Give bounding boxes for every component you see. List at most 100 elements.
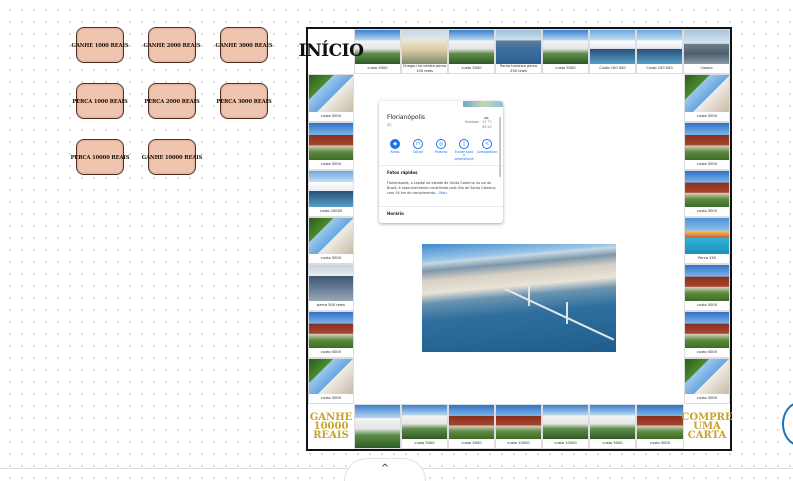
weather-info: Nublado · 17 °C 09:22 (465, 120, 492, 130)
board-tile-bottom-6: custo 5000 (636, 404, 684, 449)
tile-photo (402, 30, 447, 64)
card-ganhe-10000[interactable]: GANHE 10000 REAIS (142, 139, 202, 175)
save-button[interactable]: ⊓ Salvar (408, 139, 428, 161)
tile-label: Ponto turístico perca 200 reais (499, 64, 538, 73)
card-label: GANHE 1000 REAIS (71, 43, 129, 49)
tile-label: custo 5000 (696, 350, 718, 355)
card-perca-1000[interactable]: PERCA 1000 REAIS (72, 83, 128, 119)
tile-label: custo 5000 (696, 303, 718, 308)
directions-button[interactable]: ◆ Rotas (385, 139, 405, 161)
tile-label: custo 5000 (414, 441, 435, 446)
tile-photo (637, 405, 683, 439)
tile-photo (685, 171, 729, 207)
tile-label: custo 5000 (320, 256, 342, 261)
board-tile-right-7: custo 5000 (684, 358, 730, 404)
tile-label: custo 5000 (696, 162, 718, 167)
phone-icon: ▯ (459, 139, 469, 149)
tile-photo (449, 30, 494, 64)
tile-label: custo 10000 (319, 209, 343, 214)
board-tile-top-3: custo 5000 (448, 29, 495, 74)
board-tile-right-5: custo 5000 (684, 264, 730, 311)
tile-label: custo 5000 (461, 66, 482, 71)
tile-photo (309, 218, 353, 254)
tile-photo (309, 265, 353, 301)
board-tile-top-5: custo 5000 (542, 29, 589, 74)
bridge-tower (528, 284, 530, 306)
bonus-corner: GANHE 10000 REAIS (309, 412, 353, 441)
card-ganhe-1000[interactable]: GANHE 1000 REAIS (72, 27, 129, 63)
tile-photo (543, 405, 588, 439)
board-tile-left-1: custo 5000 (308, 74, 354, 122)
start-corner: INÍCIO (298, 41, 364, 61)
card-label: GANHE 2000 REAIS (143, 43, 201, 49)
action-label: Compartilhar (476, 149, 498, 154)
tile-label: Custo 100 000 (646, 66, 673, 71)
tile-label: custo 5000 (461, 441, 482, 446)
action-label: Salvar (412, 149, 423, 154)
tile-label: custo 5000 (320, 162, 342, 167)
place-code: SC (387, 123, 392, 127)
tile-label: custo 5000 (320, 114, 342, 119)
action-label: Próximo (434, 149, 448, 154)
card-perca-2000[interactable]: PERCA 2000 REAIS (144, 83, 200, 119)
tile-label: custo 5000 (555, 66, 576, 71)
tile-label: custo 10000 (554, 441, 577, 446)
board-tile-left-4: custo 5000 (308, 217, 354, 264)
card-perca-10000[interactable]: PERCA 10000 REAIS (71, 139, 129, 175)
tile-label: custo 5000 (320, 396, 342, 401)
board-tile-left-3: custo 10000 (308, 170, 354, 217)
tile-label: custo 5000 (649, 441, 671, 446)
place-description: Florianópolis, a capital do estado de Sa… (387, 181, 497, 196)
board-tile-right-2: custo 5000 (684, 122, 730, 170)
side-action-button[interactable] (782, 402, 793, 446)
aerial-bridge-photo (422, 244, 616, 352)
tile-photo (496, 405, 541, 439)
tile-label: custo 5000 (696, 396, 718, 401)
nearby-button[interactable]: ◎ Próximo (431, 139, 451, 161)
tile-photo (685, 75, 729, 112)
card-label: PERCA 3000 REAIS (216, 99, 272, 105)
card-label: PERCA 2000 REAIS (144, 99, 200, 105)
board-tile-top-8: Casino (683, 29, 730, 74)
scrollbar[interactable] (499, 117, 501, 177)
board-tile-top-2: Chegou no centro perca 100 reais (401, 29, 448, 74)
tile-photo (685, 218, 729, 254)
card-ganhe-3000[interactable]: GANHE 3000 REAIS (216, 27, 273, 63)
send-to-phone-button[interactable]: ▯ Enviar para o smartphone (454, 139, 474, 161)
tile-photo (309, 359, 353, 394)
tile-photo (309, 75, 353, 112)
card-ganhe-2000[interactable]: GANHE 2000 REAIS (144, 27, 201, 63)
board-tile-right-4: Perca 150 (684, 217, 730, 264)
action-label: Enviar para o smartphone (454, 149, 474, 161)
chevron-up-icon: ^ (380, 463, 390, 474)
board-tile-bottom-4: custo 10000 (542, 404, 589, 449)
tile-photo (309, 312, 353, 348)
board-tile-bottom-2: custo 5000 (448, 404, 495, 449)
card-label: PERCA 10000 REAIS (70, 155, 130, 161)
collapse-button[interactable]: ^ (344, 458, 426, 481)
board-tile-left-7: custo 5000 (308, 358, 354, 404)
board-tile-bottom-photo (354, 404, 401, 449)
board-tile-left-2: custo 5000 (308, 122, 354, 170)
board-tile-top-7: Custo 100 000 (636, 29, 683, 74)
tile-photo (355, 405, 400, 448)
game-board (306, 27, 732, 451)
card-label: GANHE 3000 REAIS (215, 43, 273, 49)
tile-photo (685, 123, 729, 160)
board-tile-right-6: custo 5000 (684, 311, 730, 358)
tile-label: custo 5000 (696, 114, 718, 119)
board-tile-left-6: custo 5000 (308, 311, 354, 358)
board-tile-bottom-3: custo 10000 (495, 404, 542, 449)
tile-photo (590, 405, 635, 439)
tile-photo (685, 312, 729, 348)
more-link[interactable]: Mais (439, 191, 447, 195)
card-perca-3000[interactable]: PERCA 3000 REAIS (216, 83, 272, 119)
board-tile-top-4: Ponto turístico perca 200 reais (495, 29, 542, 74)
tile-label: Casino (700, 66, 713, 71)
board-tile-right-1: custo 5000 (684, 74, 730, 122)
nearby-icon: ◎ (436, 139, 446, 149)
maps-place-card[interactable]: Florianópolis SC ☁ Nublado · 17 °C 09:22 … (379, 101, 503, 223)
place-name: Florianópolis (387, 114, 426, 121)
board-tile-top-6: Custo 100 000 (589, 29, 636, 74)
share-button[interactable]: < Compartilhar (477, 139, 497, 161)
